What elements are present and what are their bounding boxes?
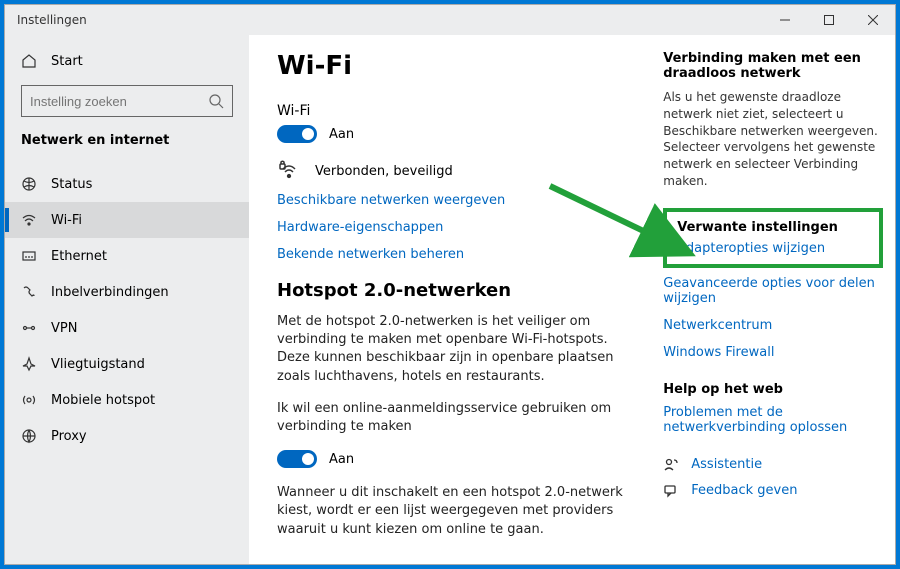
page-title: Wi-Fi — [277, 51, 643, 81]
sidebar-home-label: Start — [51, 54, 83, 69]
link-network-center[interactable]: Netwerkcentrum — [663, 318, 883, 333]
window-title: Instellingen — [5, 13, 87, 27]
sidebar-item-vpn[interactable]: VPN — [5, 310, 249, 346]
sidebar-item-airplane[interactable]: Vliegtuigstand — [5, 346, 249, 382]
sidebar-item-label: Mobiele hotspot — [51, 393, 155, 408]
assist-icon — [663, 457, 679, 473]
sidebar-item-hotspot[interactable]: Mobiele hotspot — [5, 382, 249, 418]
link-hardware-props[interactable]: Hardware-eigenschappen — [277, 220, 643, 235]
related-heading: Verwante instellingen — [677, 220, 869, 235]
connect-para: Als u het gewenste draadloze netwerk nie… — [663, 89, 883, 190]
hotspot-toggle[interactable] — [277, 450, 317, 468]
sidebar-item-label: Wi-Fi — [51, 213, 82, 228]
minimize-button[interactable] — [763, 5, 807, 35]
wifi-icon — [21, 212, 37, 228]
airplane-icon — [21, 356, 37, 372]
wifi-label: Wi-Fi — [277, 103, 643, 119]
sidebar-item-label: Ethernet — [51, 249, 107, 264]
link-feedback[interactable]: Feedback geven — [663, 483, 883, 499]
link-show-networks[interactable]: Beschikbare netwerken weergeven — [277, 193, 643, 208]
wifi-toggle-state: Aan — [329, 127, 354, 142]
sidebar-item-label: Inbelverbindingen — [51, 285, 169, 300]
search-icon — [208, 93, 224, 109]
sidebar-item-label: Vliegtuigstand — [51, 357, 145, 372]
wifi-secured-icon — [277, 159, 301, 183]
hotspot-para1: Met de hotspot 2.0-netwerken is het veil… — [277, 313, 643, 386]
link-troubleshoot[interactable]: Problemen met de netwerkverbinding oplos… — [663, 405, 883, 435]
search-input-wrap[interactable] — [21, 85, 233, 117]
home-icon — [21, 53, 37, 69]
link-manage-known[interactable]: Bekende netwerken beheren — [277, 247, 643, 262]
hotspot-icon — [21, 392, 37, 408]
feedback-label: Feedback geven — [691, 483, 797, 498]
hotspot-para2: Ik wil een online-aanmeldingsservice geb… — [277, 400, 643, 436]
sidebar-item-dialup[interactable]: Inbelverbindingen — [5, 274, 249, 310]
hotspot-para3: Wanneer u dit inschakelt en een hotspot … — [277, 484, 643, 539]
assist-label: Assistentie — [691, 457, 762, 472]
status-icon — [21, 176, 37, 192]
search-input[interactable] — [30, 94, 208, 109]
sidebar-home[interactable]: Start — [5, 43, 249, 79]
related-settings-highlight: Verwante instellingen Adapteropties wijz… — [663, 208, 883, 268]
vpn-icon — [21, 320, 37, 336]
sidebar-item-wifi[interactable]: Wi-Fi — [5, 202, 249, 238]
sidebar: Start Netwerk en internet Status Wi-Fi E… — [5, 35, 249, 564]
sidebar-item-proxy[interactable]: Proxy — [5, 418, 249, 454]
wifi-toggle[interactable] — [277, 125, 317, 143]
help-heading: Help op het web — [663, 382, 883, 397]
link-assist[interactable]: Assistentie — [663, 457, 883, 473]
content-area: Wi-Fi Wi-Fi Aan Verbonden, beveiligd — [249, 35, 895, 564]
dialup-icon — [21, 284, 37, 300]
maximize-button[interactable] — [807, 5, 851, 35]
close-button[interactable] — [851, 5, 895, 35]
titlebar: Instellingen — [5, 5, 895, 35]
sidebar-item-label: Status — [51, 177, 92, 192]
proxy-icon — [21, 428, 37, 444]
sidebar-item-label: VPN — [51, 321, 77, 336]
ethernet-icon — [21, 248, 37, 264]
hotspot-heading: Hotspot 2.0-netwerken — [277, 280, 643, 301]
settings-window: Instellingen Start Netwerk en internet S… — [4, 4, 896, 565]
hotspot-toggle-state: Aan — [329, 452, 354, 467]
connect-heading: Verbinding maken met een draadloos netwe… — [663, 51, 883, 81]
link-adapter-options[interactable]: Adapteropties wijzigen — [677, 241, 869, 256]
sidebar-item-status[interactable]: Status — [5, 166, 249, 202]
wifi-status-row: Verbonden, beveiligd — [277, 159, 643, 183]
link-advanced-sharing[interactable]: Geavanceerde opties voor delen wijzigen — [663, 276, 883, 306]
wifi-status-text: Verbonden, beveiligd — [315, 164, 453, 179]
sidebar-item-label: Proxy — [51, 429, 87, 444]
link-windows-firewall[interactable]: Windows Firewall — [663, 345, 883, 360]
sidebar-item-ethernet[interactable]: Ethernet — [5, 238, 249, 274]
sidebar-section-heading: Netwerk en internet — [5, 133, 249, 158]
feedback-icon — [663, 483, 679, 499]
